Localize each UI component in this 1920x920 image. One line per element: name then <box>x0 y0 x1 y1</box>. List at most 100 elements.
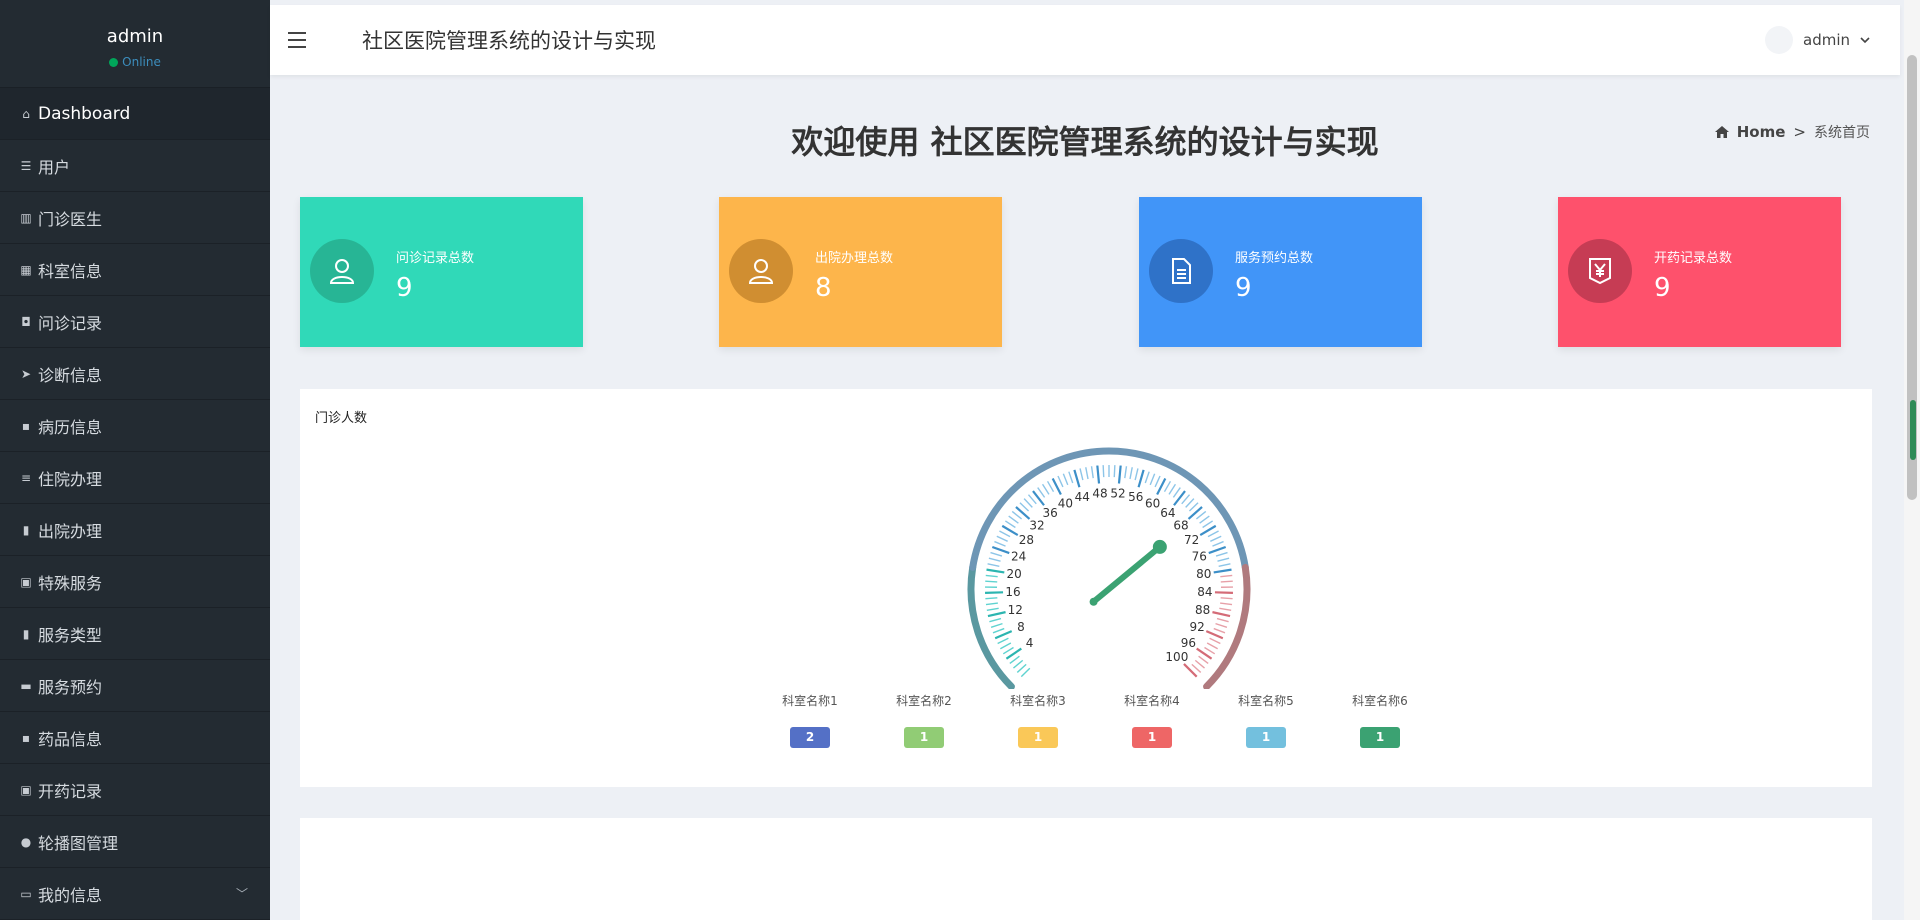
sidebar-item[interactable]: ● 轮播图管理 <box>0 816 270 868</box>
grid-icon: ▦ <box>20 262 32 277</box>
gauge-tick-label: 8 <box>1017 620 1025 634</box>
gauge-tick <box>1008 515 1019 524</box>
gauge-major-tick <box>994 630 1013 640</box>
send-icon: ➤ <box>20 366 32 381</box>
stat-card-appointments[interactable]: 服务预约总数 9 <box>1139 197 1422 347</box>
sidebar-item[interactable]: ▭ 我的信息 ﹀ <box>0 868 270 920</box>
sidebar-item-label: 特殊服务 <box>38 573 103 593</box>
stat-card-prescriptions[interactable]: 开药记录总数 9 <box>1558 197 1841 347</box>
gauge-tick <box>999 530 1011 538</box>
sidebar-item[interactable]: ⌂ Dashboard <box>0 88 270 140</box>
gauge-tick <box>988 557 1001 562</box>
gauge-tick-label: 84 <box>1197 585 1212 599</box>
legend-name: 科室名称2 <box>896 694 952 708</box>
gauge-tick <box>1079 468 1084 481</box>
gauge-tick <box>1154 475 1161 488</box>
gauge-major-tick <box>1073 469 1081 488</box>
gauge-tick-label: 76 <box>1192 549 1207 563</box>
gauge-tick <box>1016 663 1027 673</box>
legend-item[interactable]: 科室名称1 2 <box>760 692 860 748</box>
gauge-tick <box>1212 540 1224 547</box>
user-icon <box>329 259 355 284</box>
sidebar-item[interactable]: ◘ 问诊记录 <box>0 296 270 348</box>
stat-circle <box>310 239 374 303</box>
sidebar-item[interactable]: ▣ 特殊服务 <box>0 556 270 608</box>
gauge-tick <box>997 637 1009 645</box>
sidebar-item[interactable]: ▪ 病历信息 <box>0 400 270 452</box>
chart-panel: 门诊人数 4 8 12 16 20 24 28 32 36 40 44 48 52 56 60 64 68 72 7… <box>300 389 1872 787</box>
stat-value: 9 <box>1235 273 1252 303</box>
legend-item[interactable]: 科室名称3 1 <box>988 692 1088 748</box>
gauge-tick <box>1185 498 1195 508</box>
breadcrumb-home-link[interactable]: Home <box>1737 123 1786 141</box>
gauge-major-tick <box>985 591 1004 594</box>
gauge-tick <box>1046 480 1055 493</box>
gauge-tick <box>1168 483 1177 495</box>
gauge-tick <box>1220 597 1233 600</box>
legend-item[interactable]: 科室名称4 1 <box>1102 692 1202 748</box>
main-content: 欢迎使用 社区医院管理系统的设计与实现 Home > 系统首页 问诊记录总数 9… <box>270 75 1900 920</box>
gauge-tick <box>1215 622 1228 628</box>
legend-item[interactable]: 科室名称5 1 <box>1216 692 1316 748</box>
sidebar-item-label: 问诊记录 <box>38 313 103 333</box>
sidebar-item[interactable]: ▬ 服务预约 <box>0 660 270 712</box>
gauge-tick <box>1124 466 1128 479</box>
user-dropdown[interactable]: admin <box>1765 26 1870 54</box>
sidebar-item[interactable]: ▪ 药品信息 <box>0 712 270 764</box>
stat-value: 8 <box>815 273 832 303</box>
legend-value-badge: 1 <box>1018 727 1058 748</box>
page-scrollbar[interactable] <box>1904 0 1920 920</box>
sidebar-user-name: admin <box>106 26 164 47</box>
gauge-tick-label: 56 <box>1128 490 1143 504</box>
breadcrumb-current: 系统首页 <box>1814 125 1870 141</box>
apps-icon: ▪ <box>21 418 31 433</box>
gauge-tick <box>1213 627 1226 634</box>
gauge-tick <box>1194 659 1205 669</box>
gauge-tick-label: 24 <box>1011 549 1026 563</box>
gauge-tick <box>985 574 998 578</box>
gauge-tick <box>1188 502 1199 512</box>
sidebar-item[interactable]: ▣ 开药记录 <box>0 764 270 816</box>
gauge-major-tick <box>1187 506 1203 520</box>
legend-item[interactable]: 科室名称6 1 <box>1330 692 1430 748</box>
stat-circle <box>1149 239 1213 303</box>
gauge-tick <box>1134 468 1139 481</box>
legend-item[interactable]: 科室名称2 1 <box>874 692 974 748</box>
stat-value: 9 <box>396 273 413 303</box>
legend-name: 科室名称4 <box>1124 694 1180 708</box>
top-header: 社区医院管理系统的设计与实现 admin <box>270 5 1900 75</box>
gauge-major-tick <box>1208 545 1227 555</box>
gauge-tick-label: 68 <box>1173 519 1188 533</box>
gauge-tick-label: 60 <box>1145 496 1160 510</box>
gauge-tick <box>1191 663 1202 673</box>
gauge-tick <box>1207 530 1219 538</box>
status-text: Online <box>122 55 161 69</box>
gauge-tick <box>1000 642 1012 650</box>
welcome-title: 欢迎使用 社区医院管理系统的设计与实现 <box>791 123 1379 161</box>
hamburger-menu-icon[interactable] <box>288 29 310 51</box>
sidebar-item[interactable]: ▥ 门诊医生 <box>0 192 270 244</box>
gauge-major-tick <box>1183 663 1198 678</box>
sidebar-item[interactable]: ≡ 住院办理 <box>0 452 270 504</box>
sidebar-item[interactable]: ☰ 用户 <box>0 140 270 192</box>
sidebar-item[interactable]: ▮ 出院办理 <box>0 504 270 556</box>
gauge-tick <box>1199 515 1210 524</box>
gauge-tick <box>1102 465 1105 478</box>
stat-card-discharges[interactable]: 出院办理总数 8 <box>719 197 1002 347</box>
sidebar-item-label: 开药记录 <box>38 781 103 801</box>
sidebar-item[interactable]: ▦ 科室信息 <box>0 244 270 296</box>
stat-card-consultations[interactable]: 问诊记录总数 9 <box>300 197 583 347</box>
chart-panel-2 <box>300 818 1872 920</box>
scrollbar-indicator <box>1910 400 1916 460</box>
sidebar-item[interactable]: ➤ 诊断信息 <box>0 348 270 400</box>
online-status-dot-icon <box>109 57 119 67</box>
sidebar-item[interactable]: ▮ 服务类型 <box>0 608 270 660</box>
monitor-icon: ▬ <box>20 678 32 693</box>
gauge-tick <box>1181 494 1191 505</box>
gauge-major-tick <box>1015 506 1031 520</box>
home-icon: ⌂ <box>22 106 30 121</box>
gauge-tick-label: 72 <box>1184 533 1199 547</box>
gauge-pointer-hub <box>1152 539 1167 554</box>
gauge-tick <box>1020 667 1031 678</box>
header-user-name: admin <box>1803 31 1850 49</box>
